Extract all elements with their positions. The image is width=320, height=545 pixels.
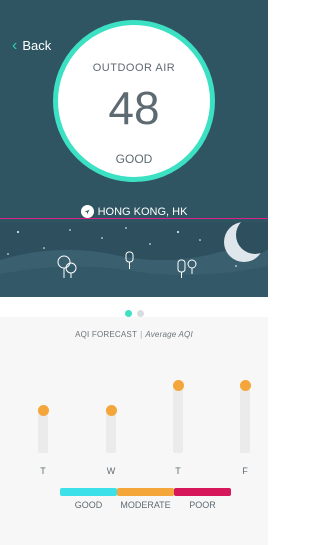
page-dot-2[interactable] [136,310,144,317]
legend-swatch-moderate [117,488,174,496]
legend-label-good: GOOD [74,500,103,510]
aqi-status: GOOD [115,152,153,166]
page-indicator [0,310,268,317]
forecast-marker [172,380,184,391]
legend-item-poor: POOR [174,488,231,510]
scene-art [0,222,268,297]
legend-label-poor: POOR [189,500,216,510]
forecast-bar [38,411,48,453]
forecast-subtitle: Average AQI [145,330,193,339]
forecast-marker [37,405,49,416]
forecast-bar [240,386,250,453]
aqi-circle: OUTDOOR AIR 48 GOOD [53,20,215,182]
guide-line-top [0,218,268,219]
forecast-bar [106,411,116,453]
page-dot-1[interactable] [124,310,132,317]
forecast-separator: | [140,330,143,339]
aqi-title: OUTDOOR AIR [92,62,176,74]
forecast-day-label: W [106,466,116,476]
back-label: Back [22,38,52,53]
forecast-day-label: F [242,466,248,476]
forecast-bar [173,386,183,453]
night-scene-illustration [0,222,268,297]
legend-swatch-good [60,488,117,496]
legend-label-moderate: MODERATE [120,500,171,510]
back-button[interactable]: ‹ Back [12,37,52,54]
legend-item-good: GOOD [60,488,117,510]
aqi-legend: GOOD MODERATE POOR [60,488,231,510]
forecast-day-label: T [40,466,46,476]
aqi-value: 48 [108,82,160,134]
forecast-title: AQI FORECAST [75,330,138,339]
forecast-header: AQI FORECAST | Average AQI [0,330,268,339]
legend-item-moderate: MODERATE [117,488,174,510]
navigation-arrow-icon [80,205,94,218]
legend-swatch-poor [174,488,231,496]
forecast-day-label: T [175,466,181,476]
chevron-left-icon: ‹ [12,37,18,54]
location-label[interactable]: HONG KONG, HK [0,205,268,218]
forecast-marker [239,380,251,391]
location-name: HONG KONG, HK [97,205,188,218]
header-panel: ‹ Back OUTDOOR AIR 48 GOOD HONG KONG, HK [0,0,268,222]
forecast-marker [105,405,117,416]
